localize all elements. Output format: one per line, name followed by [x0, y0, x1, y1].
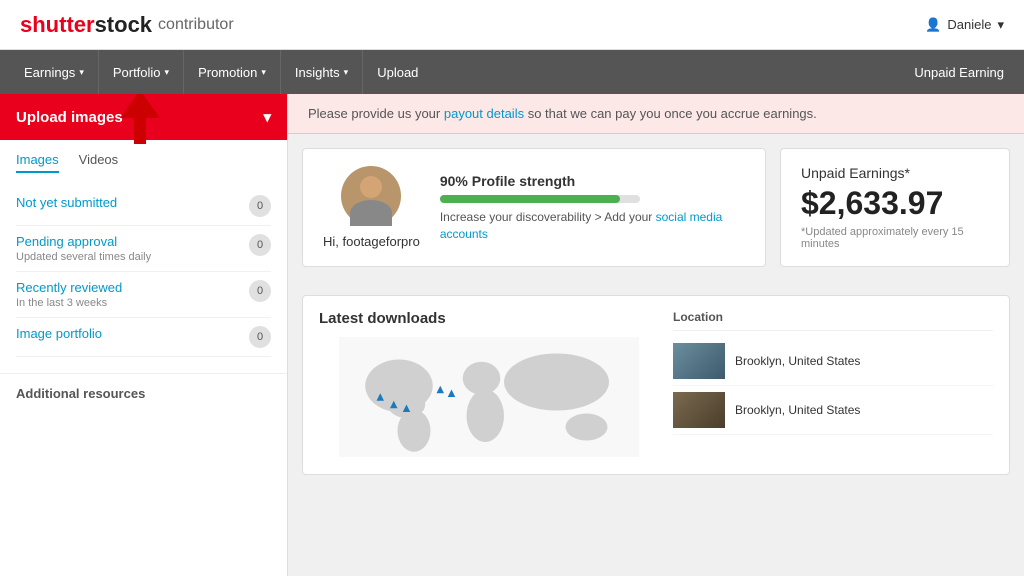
- nav-label-earnings: Earnings: [24, 65, 75, 80]
- recently-reviewed-sub: In the last 3 weeks: [16, 297, 122, 309]
- logo-black: stock: [95, 12, 152, 37]
- downloads-list-header: Location: [673, 310, 993, 331]
- logo-text: shutterstock: [20, 12, 152, 38]
- not-submitted-count: 0: [249, 195, 271, 217]
- nav-label-insights: Insights: [295, 65, 340, 80]
- earnings-title: Unpaid Earnings*: [801, 165, 989, 181]
- download-thumbnail: [673, 343, 725, 379]
- payout-details-link[interactable]: payout details: [444, 106, 524, 121]
- sidebar: Upload images ▾ Images Videos Not yet su…: [0, 94, 288, 576]
- chevron-down-icon: ▾: [165, 67, 170, 78]
- profile-strength-area: 90% Profile strength Increase your disco…: [440, 173, 745, 243]
- strength-label: 90% Profile strength: [440, 173, 745, 189]
- sidebar-item-recently-reviewed: Recently reviewed In the last 3 weeks 0: [16, 272, 271, 318]
- nav-left: Earnings ▾ Portfolio ▾ Promotion ▾ Insig…: [10, 50, 432, 94]
- content-inner: Hi, footageforpro 90% Profile strength I…: [288, 134, 1024, 489]
- user-name: Daniele: [947, 17, 991, 32]
- upload-images-label: Upload images: [16, 109, 123, 126]
- pending-count: 0: [249, 234, 271, 256]
- sidebar-item-pending: Pending approval Updated several times d…: [16, 226, 271, 272]
- chevron-down-icon: ▾: [997, 17, 1004, 33]
- profile-card: Hi, footageforpro 90% Profile strength I…: [302, 148, 766, 267]
- nav-item-promotion[interactable]: Promotion ▾: [184, 50, 281, 94]
- tab-images[interactable]: Images: [16, 152, 59, 173]
- content-area: Please provide us your payout details so…: [288, 94, 1024, 576]
- strength-bar-fill: [440, 195, 620, 203]
- downloads-list: Location Brooklyn, United States Brookly…: [673, 310, 993, 460]
- earnings-card: Unpaid Earnings* $2,633.97 *Updated appr…: [780, 148, 1010, 267]
- nav-unpaid-earning: Unpaid Earning: [914, 65, 1014, 80]
- download-thumbnail: [673, 392, 725, 428]
- nav-item-earnings[interactable]: Earnings ▾: [10, 50, 99, 94]
- image-portfolio-link[interactable]: Image portfolio: [16, 326, 102, 341]
- strength-bar-bg: [440, 195, 640, 203]
- nav-item-upload[interactable]: Upload: [363, 50, 432, 94]
- avatar: [341, 166, 401, 226]
- alert-text-after: so that we can pay you once you accrue e…: [524, 106, 817, 121]
- recently-reviewed-count: 0: [249, 280, 271, 302]
- world-map: [319, 337, 659, 457]
- download-item: Brooklyn, United States: [673, 386, 993, 435]
- earnings-note: *Updated approximately every 15 minutes: [801, 226, 989, 250]
- top-header: shutterstock contributor 👤 Daniele ▾: [0, 0, 1024, 50]
- alert-text-before: Please provide us your: [308, 106, 444, 121]
- downloads-title: Latest downloads: [319, 310, 659, 327]
- upload-images-button[interactable]: Upload images ▾: [0, 94, 287, 140]
- logo-contributor: contributor: [158, 16, 234, 34]
- nav-bar: Earnings ▾ Portfolio ▾ Promotion ▾ Insig…: [0, 50, 1024, 94]
- chevron-down-icon: ▾: [79, 67, 84, 78]
- sidebar-item-not-submitted: Not yet submitted 0: [16, 187, 271, 226]
- download-item: Brooklyn, United States: [673, 337, 993, 386]
- user-icon: 👤: [925, 17, 941, 33]
- pending-link[interactable]: Pending approval: [16, 234, 151, 249]
- recently-reviewed-link[interactable]: Recently reviewed: [16, 280, 122, 295]
- sidebar-item-portfolio: Image portfolio 0: [16, 318, 271, 357]
- download-location: Brooklyn, United States: [735, 403, 860, 417]
- earnings-amount: $2,633.97: [801, 185, 989, 222]
- chevron-down-icon: ▾: [261, 67, 266, 78]
- upload-arrow-area: Upload images ▾: [0, 94, 287, 140]
- nav-label-promotion: Promotion: [198, 65, 257, 80]
- nav-item-portfolio[interactable]: Portfolio ▾: [99, 50, 184, 94]
- logo: shutterstock contributor: [20, 12, 234, 38]
- sidebar-tabs: Images Videos: [0, 140, 287, 181]
- user-menu[interactable]: 👤 Daniele ▾: [925, 17, 1004, 33]
- downloads-section: Latest downloads: [302, 295, 1010, 475]
- downloads-map: Latest downloads: [319, 310, 659, 460]
- tab-videos[interactable]: Videos: [79, 152, 119, 173]
- strength-desc-before: Increase your discoverability > Add your: [440, 210, 656, 224]
- additional-resources: Additional resources: [0, 373, 287, 413]
- sidebar-section: Not yet submitted 0 Pending approval Upd…: [0, 181, 287, 363]
- not-submitted-link[interactable]: Not yet submitted: [16, 195, 117, 210]
- logo-red: shutter: [20, 12, 95, 37]
- pending-sub: Updated several times daily: [16, 251, 151, 263]
- download-location: Brooklyn, United States: [735, 354, 860, 368]
- chevron-down-icon: ▾: [263, 108, 271, 126]
- chevron-down-icon: ▾: [344, 67, 349, 78]
- avatar-area: Hi, footageforpro: [323, 166, 420, 249]
- nav-label-portfolio: Portfolio: [113, 65, 161, 80]
- image-portfolio-count: 0: [249, 326, 271, 348]
- alert-bar: Please provide us your payout details so…: [288, 94, 1024, 134]
- top-cards: Hi, footageforpro 90% Profile strength I…: [302, 148, 1010, 281]
- strength-desc: Increase your discoverability > Add your…: [440, 209, 745, 243]
- main-layout: Upload images ▾ Images Videos Not yet su…: [0, 94, 1024, 576]
- nav-label-upload: Upload: [377, 65, 418, 80]
- profile-greeting: Hi, footageforpro: [323, 234, 420, 249]
- nav-item-insights[interactable]: Insights ▾: [281, 50, 363, 94]
